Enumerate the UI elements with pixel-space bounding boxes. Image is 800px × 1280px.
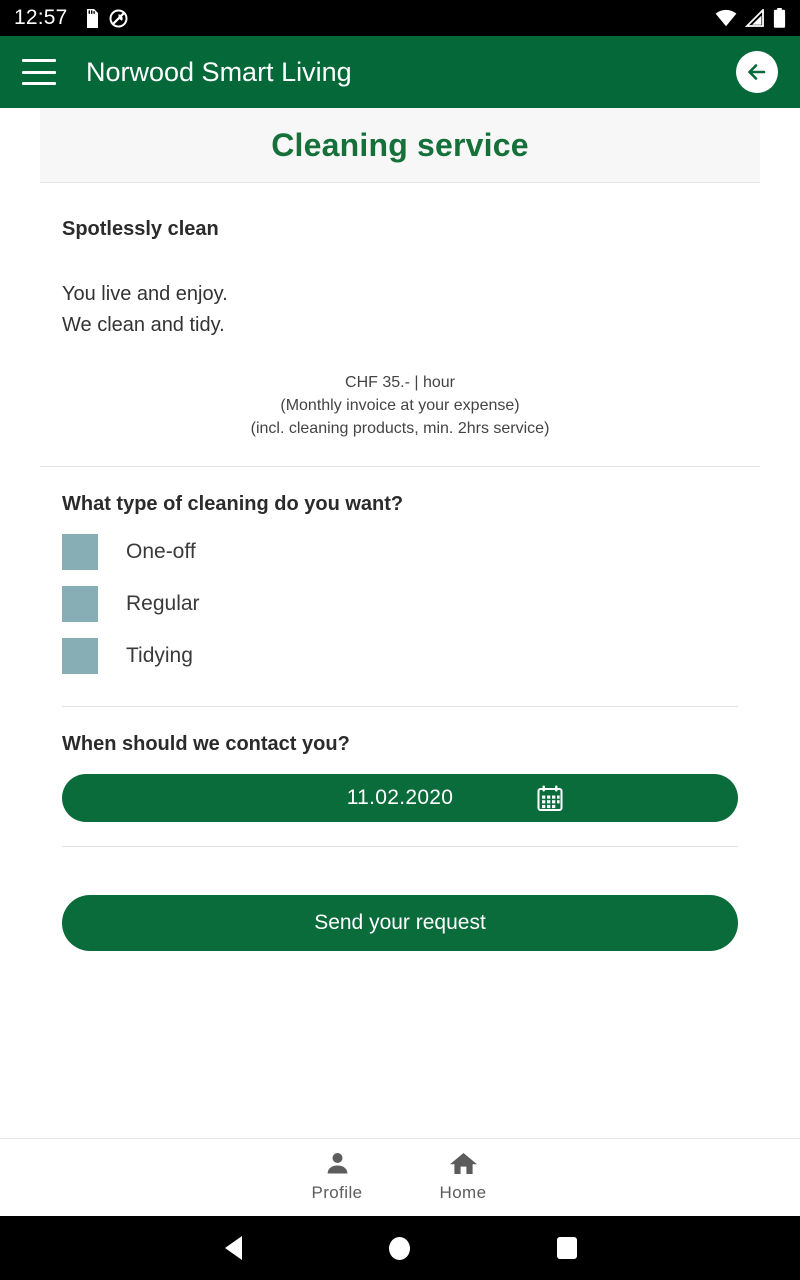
option-regular[interactable]: Regular [62,578,738,630]
date-value: 11.02.2020 [346,786,454,809]
price-note-invoice: (Monthly invoice at your expense) [280,397,520,414]
page-content: Cleaning service Spotlessly clean You li… [0,108,800,1138]
option-label-tidying: Tidying [126,644,193,667]
android-recents-button[interactable] [547,1228,587,1268]
nav-item-home[interactable]: Home [420,1150,506,1203]
cleaning-type-question: What type of cleaning do you want? [62,493,404,515]
divider-above-cleaning-type [40,466,760,467]
page-title-card: Cleaning service [40,108,760,183]
location-off-icon [109,9,128,27]
android-navigation-bar [0,1216,800,1280]
recents-square-icon [556,1237,577,1259]
nav-label-home: Home [439,1183,487,1202]
intro-section: Spotlessly clean You live and enjoy. We … [0,218,800,440]
send-request-label: Send your request [314,911,486,934]
price-note-inclusions: (incl. cleaning products, min. 2hrs serv… [250,420,550,437]
status-time: 12:57 [14,6,68,29]
battery-icon [773,8,786,28]
lead-text: Spotlessly clean [62,218,219,240]
checkbox-one-off[interactable] [62,534,98,570]
calendar-icon[interactable] [535,783,565,813]
status-bar: 12:57 [0,0,800,36]
person-icon [327,1153,347,1174]
cleaning-type-options: One-off Regular Tidying [62,526,738,682]
option-label-regular: Regular [126,592,200,615]
option-label-one-off: One-off [126,540,196,563]
checkbox-tidying[interactable] [62,638,98,674]
nav-label-profile: Profile [311,1183,363,1202]
body-line-2: We clean and tidy. [62,314,225,336]
contact-date-section: When should we contact you? 11.02.2020 [0,733,800,822]
option-tidying[interactable]: Tidying [62,630,738,682]
bottom-navigation: Profile Home [0,1138,800,1216]
option-one-off[interactable]: One-off [62,526,738,578]
hamburger-menu-icon[interactable] [22,59,56,85]
back-button[interactable] [736,51,778,93]
divider-above-date [62,706,738,707]
android-back-button[interactable] [213,1228,253,1268]
status-left-icons [84,8,128,28]
body-copy: You live and enjoy. We clean and tidy. [62,279,738,341]
android-home-button[interactable] [380,1228,420,1268]
price-block: CHF 35.- | hour (Monthly invoice at your… [62,371,738,440]
app-title: Norwood Smart Living [86,56,352,87]
back-triangle-icon [224,1236,242,1260]
house-icon [449,1153,477,1174]
date-picker-field[interactable]: 11.02.2020 [62,774,738,822]
page-title: Cleaning service [271,126,529,163]
cleaning-type-section: What type of cleaning do you want? One-o… [0,493,800,682]
sd-card-icon [86,8,98,28]
app-root: 12:57 Norwood Smart Living Cleaning serv… [0,0,800,1280]
home-circle-icon [389,1236,411,1260]
nav-item-profile[interactable]: Profile [294,1150,380,1203]
send-request-button[interactable]: Send your request [62,895,738,951]
back-arrow-icon [748,64,766,80]
checkbox-regular[interactable] [62,586,98,622]
app-bar: Norwood Smart Living [0,36,800,108]
wifi-icon [715,9,737,27]
status-right-icons [715,8,786,28]
divider-below-date [62,846,738,847]
body-line-1: You live and enjoy. [62,283,228,305]
contact-date-question: When should we contact you? [62,733,350,755]
price-rate: CHF 35.- | hour [345,374,455,391]
cellular-signal-icon [745,9,764,27]
